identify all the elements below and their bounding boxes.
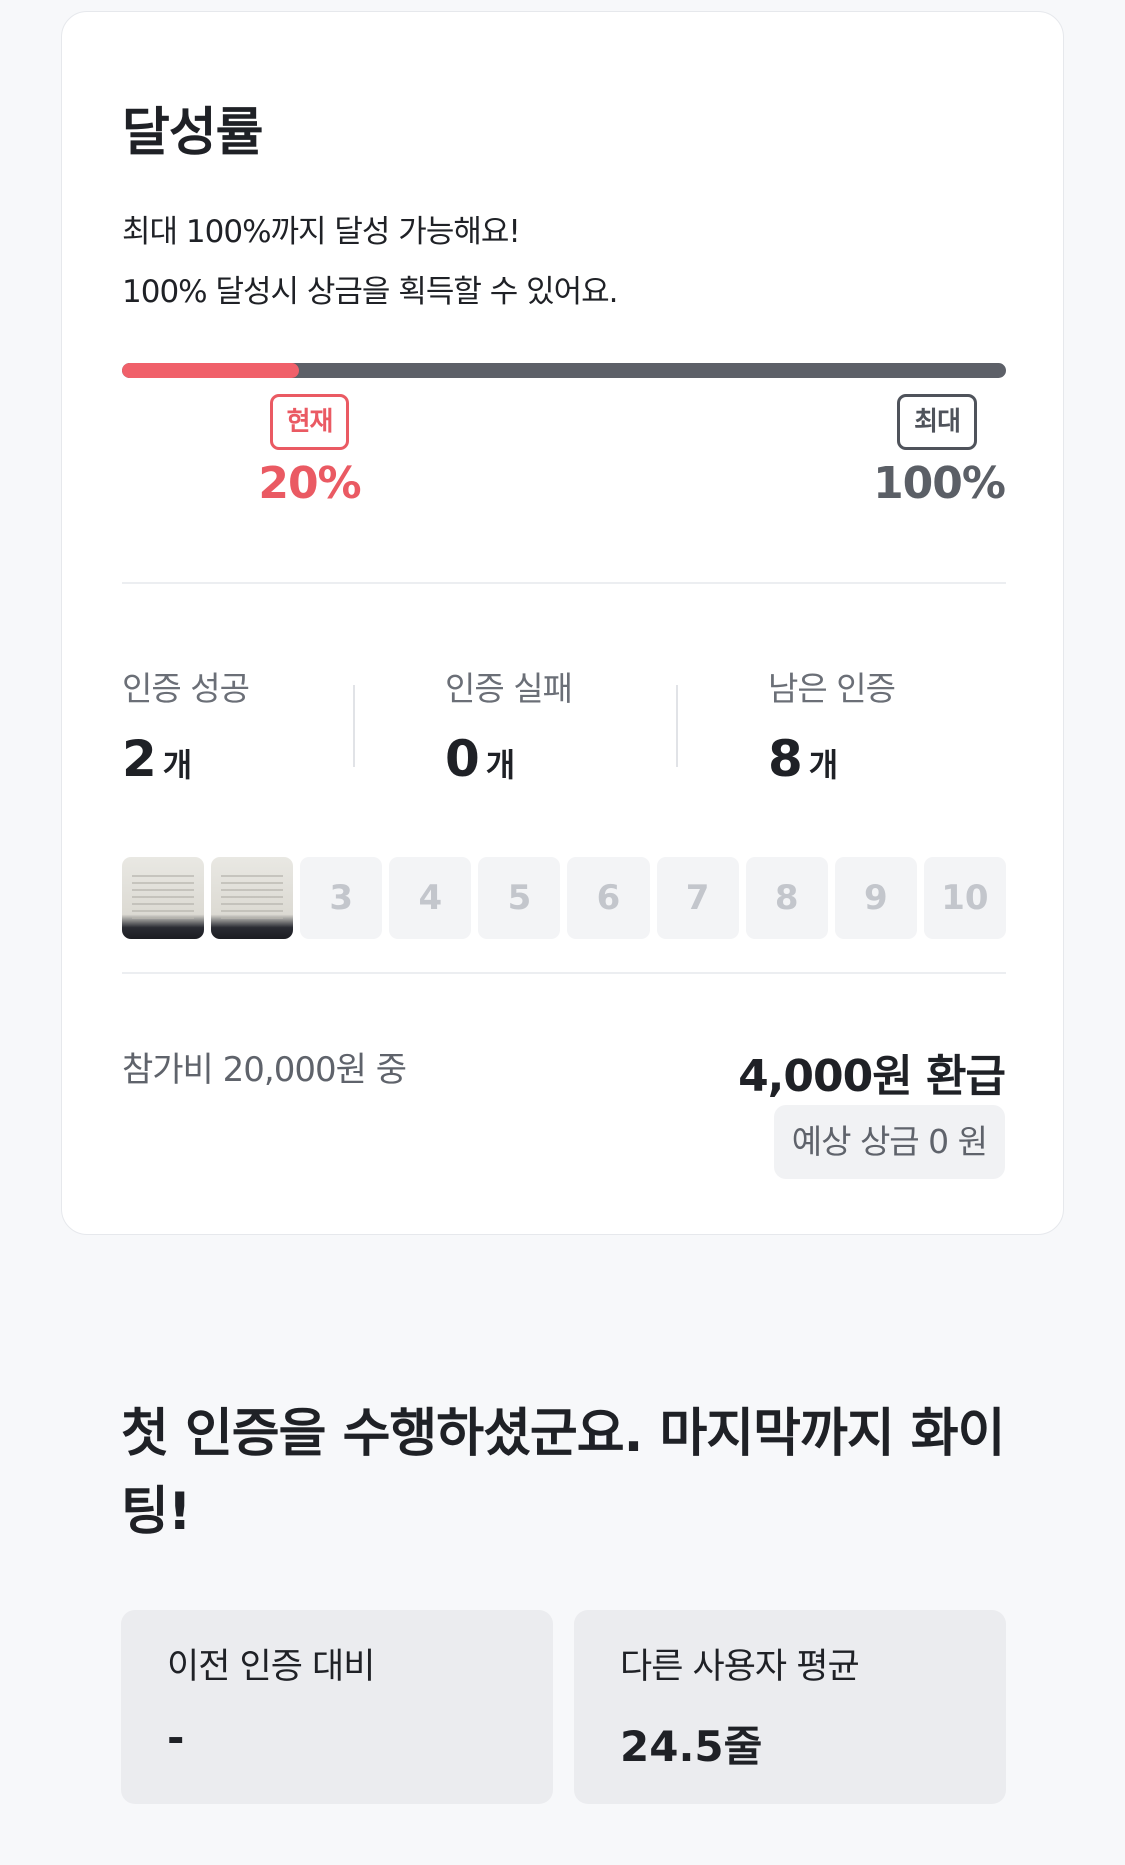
expected-prize-badge: 예상 상금 0 원 [773, 1105, 1005, 1179]
progress-bar [122, 363, 1006, 378]
description-line-2: 100% 달성시 상금을 획득할 수 있어요. [122, 274, 619, 310]
stat-value: 0개 [445, 730, 516, 788]
stat-success: 인증 성공 2개 [122, 662, 372, 788]
max-tag: 최대 [897, 394, 977, 450]
max-percent: 100% [873, 458, 1006, 509]
comparison-label: 다른 사용자 평균 [620, 1647, 860, 1687]
certification-slot: 7 [656, 857, 739, 939]
comparison-value: - [167, 1713, 185, 1762]
stat-remaining: 남은 인증 8개 [768, 662, 1018, 788]
comparison-previous-card: 이전 인증 대비 - [121, 1610, 553, 1804]
participation-fee-label: 참가비 20,000원 중 [122, 1050, 407, 1090]
stat-label: 인증 성공 [122, 669, 250, 708]
current-tag: 현재 [269, 394, 350, 450]
comparison-average-card: 다른 사용자 평균 24.5줄 [574, 1610, 1006, 1804]
current-percent: 20% [258, 458, 361, 509]
stat-label: 인증 실패 [445, 669, 573, 708]
stat-value: 8개 [768, 730, 839, 788]
certification-slot: 9 [834, 857, 917, 939]
achievement-card: 달성률 최대 100%까지 달성 가능해요! 100% 달성시 상금을 획득할 … [61, 11, 1064, 1235]
certification-slot: 5 [478, 857, 561, 939]
certification-stats: 인증 성공 2개 인증 실패 0개 남은 인증 8개 [122, 662, 1006, 788]
max-marker: 최대 100% [865, 394, 1006, 509]
certification-slots: 3 4 5 6 7 8 9 10 [122, 857, 1006, 939]
certification-slot: 8 [745, 857, 828, 939]
comparison-value: 24.5줄 [620, 1722, 763, 1771]
stat-separator [353, 685, 355, 767]
certification-slot: 3 [300, 857, 383, 939]
description-line-1: 최대 100%까지 달성 가능해요! [122, 214, 521, 250]
certification-slot: 10 [923, 857, 1006, 939]
certification-slot: 4 [389, 857, 472, 939]
comparison-label: 이전 인증 대비 [167, 1647, 375, 1687]
stat-separator [676, 685, 678, 767]
progress-fill [122, 363, 299, 378]
stat-label: 남은 인증 [768, 669, 896, 708]
card-title: 달성률 [122, 103, 264, 163]
certification-photo-thumbnail[interactable] [122, 857, 205, 939]
current-marker: 현재 20% [247, 394, 372, 509]
divider [122, 582, 1006, 584]
stat-failure: 인증 실패 0개 [445, 662, 695, 788]
divider [122, 972, 1006, 974]
refund-amount: 4,000원 환급 [738, 1051, 1006, 1102]
certification-photo-thumbnail[interactable] [211, 857, 294, 939]
certification-slot: 6 [567, 857, 650, 939]
stat-value: 2개 [122, 730, 193, 788]
encouragement-message: 첫 인증을 수행하셨군요. 마지막까지 화이팅! [121, 1404, 1005, 1542]
